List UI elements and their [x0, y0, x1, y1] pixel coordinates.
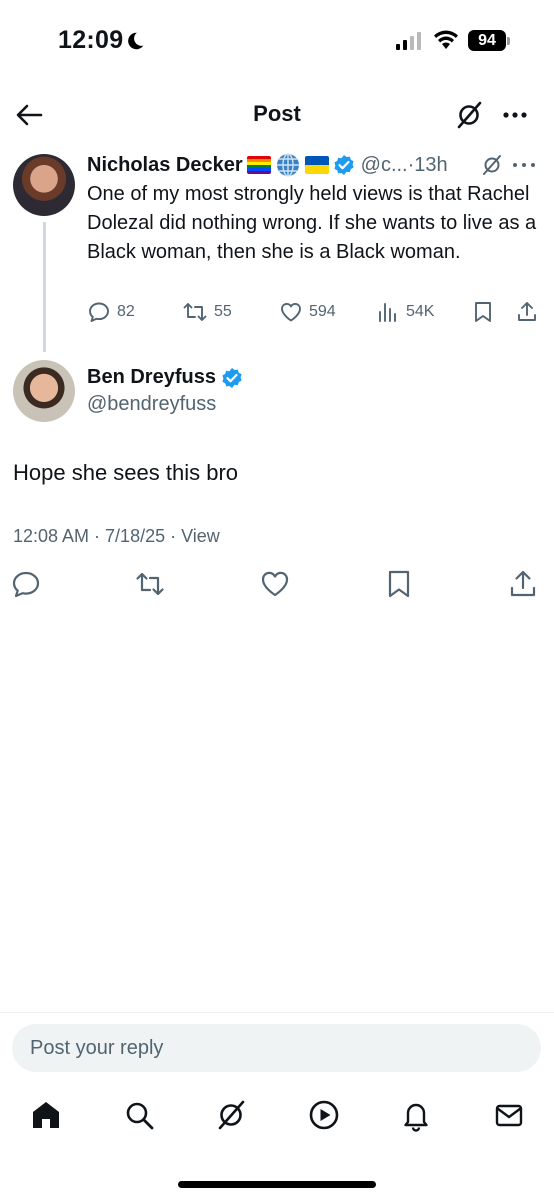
more-options-icon[interactable] [510, 153, 540, 177]
notifications-bell-icon[interactable] [399, 1098, 433, 1132]
author-name[interactable]: Ben Dreyfuss [87, 366, 216, 389]
like-count: 594 [309, 303, 336, 320]
main-tweet-actions [0, 568, 554, 602]
repost-icon[interactable] [134, 568, 166, 600]
grok-icon[interactable] [214, 1098, 248, 1132]
avatar[interactable] [13, 360, 75, 422]
reply-count: 82 [117, 303, 135, 320]
rainbow-flag-icon [246, 156, 271, 174]
author-handle[interactable]: @bendreyfuss [87, 393, 216, 416]
wifi-icon [434, 30, 458, 49]
author-name[interactable]: Nicholas Decker [87, 154, 243, 177]
home-indicator [178, 1181, 376, 1188]
video-icon[interactable] [307, 1098, 341, 1132]
status-bar: 12:09 94 [0, 0, 554, 80]
reply-input[interactable] [12, 1024, 541, 1072]
verified-badge-icon [334, 155, 354, 175]
repost-button[interactable]: 55 [182, 298, 232, 326]
signal-icon [396, 32, 421, 50]
parent-tweet-actions: 82 55 594 54K [87, 298, 542, 326]
reply-button[interactable]: 82 [87, 298, 135, 326]
battery-indicator: 94 [468, 30, 506, 51]
parent-tweet-text: One of my most strongly held views is th… [87, 183, 537, 263]
views-button[interactable]: 54K [376, 298, 434, 326]
views-icon [379, 303, 396, 322]
bookmark-icon [475, 302, 491, 322]
repost-icon [183, 303, 207, 321]
globe-icon [276, 153, 299, 177]
moon-icon [128, 32, 144, 50]
reply-divider [0, 1012, 554, 1013]
heart-icon [281, 302, 301, 322]
heart-icon[interactable] [259, 568, 291, 600]
share-icon [518, 302, 536, 321]
share-button[interactable] [515, 298, 539, 326]
author-name-row: Ben Dreyfuss [87, 366, 243, 389]
like-button[interactable]: 594 [279, 298, 336, 326]
reply-icon[interactable] [10, 568, 42, 600]
verified-badge-icon [222, 367, 242, 388]
battery-cap [507, 37, 510, 45]
home-icon[interactable] [29, 1098, 63, 1132]
repost-count: 55 [214, 303, 232, 320]
main-tweet-text: Hope she sees this bro [13, 460, 239, 485]
post-time[interactable]: ·13h [408, 154, 448, 177]
view-count: 54K [406, 303, 435, 320]
reply-icon [89, 302, 109, 322]
post-timestamp[interactable]: 12:08 AM · 7/18/25 · View [13, 526, 220, 547]
thread-line [43, 222, 46, 352]
bookmark-button[interactable] [471, 298, 495, 326]
share-icon[interactable] [507, 568, 539, 600]
avatar[interactable] [13, 154, 75, 216]
ukraine-flag-icon [304, 156, 329, 174]
bookmark-icon[interactable] [383, 568, 415, 600]
parent-tweet-header: Nicholas Decker @c... ·13h [87, 151, 448, 179]
bottom-nav [0, 1096, 554, 1140]
grok-icon[interactable] [454, 100, 484, 130]
status-time: 12:09 [58, 26, 124, 54]
messages-envelope-icon[interactable] [492, 1098, 526, 1132]
post-header: Post [0, 88, 554, 142]
more-options-icon[interactable] [500, 100, 530, 130]
search-icon[interactable] [122, 1098, 156, 1132]
author-handle[interactable]: @c... [361, 154, 408, 177]
grok-icon[interactable] [480, 153, 504, 177]
